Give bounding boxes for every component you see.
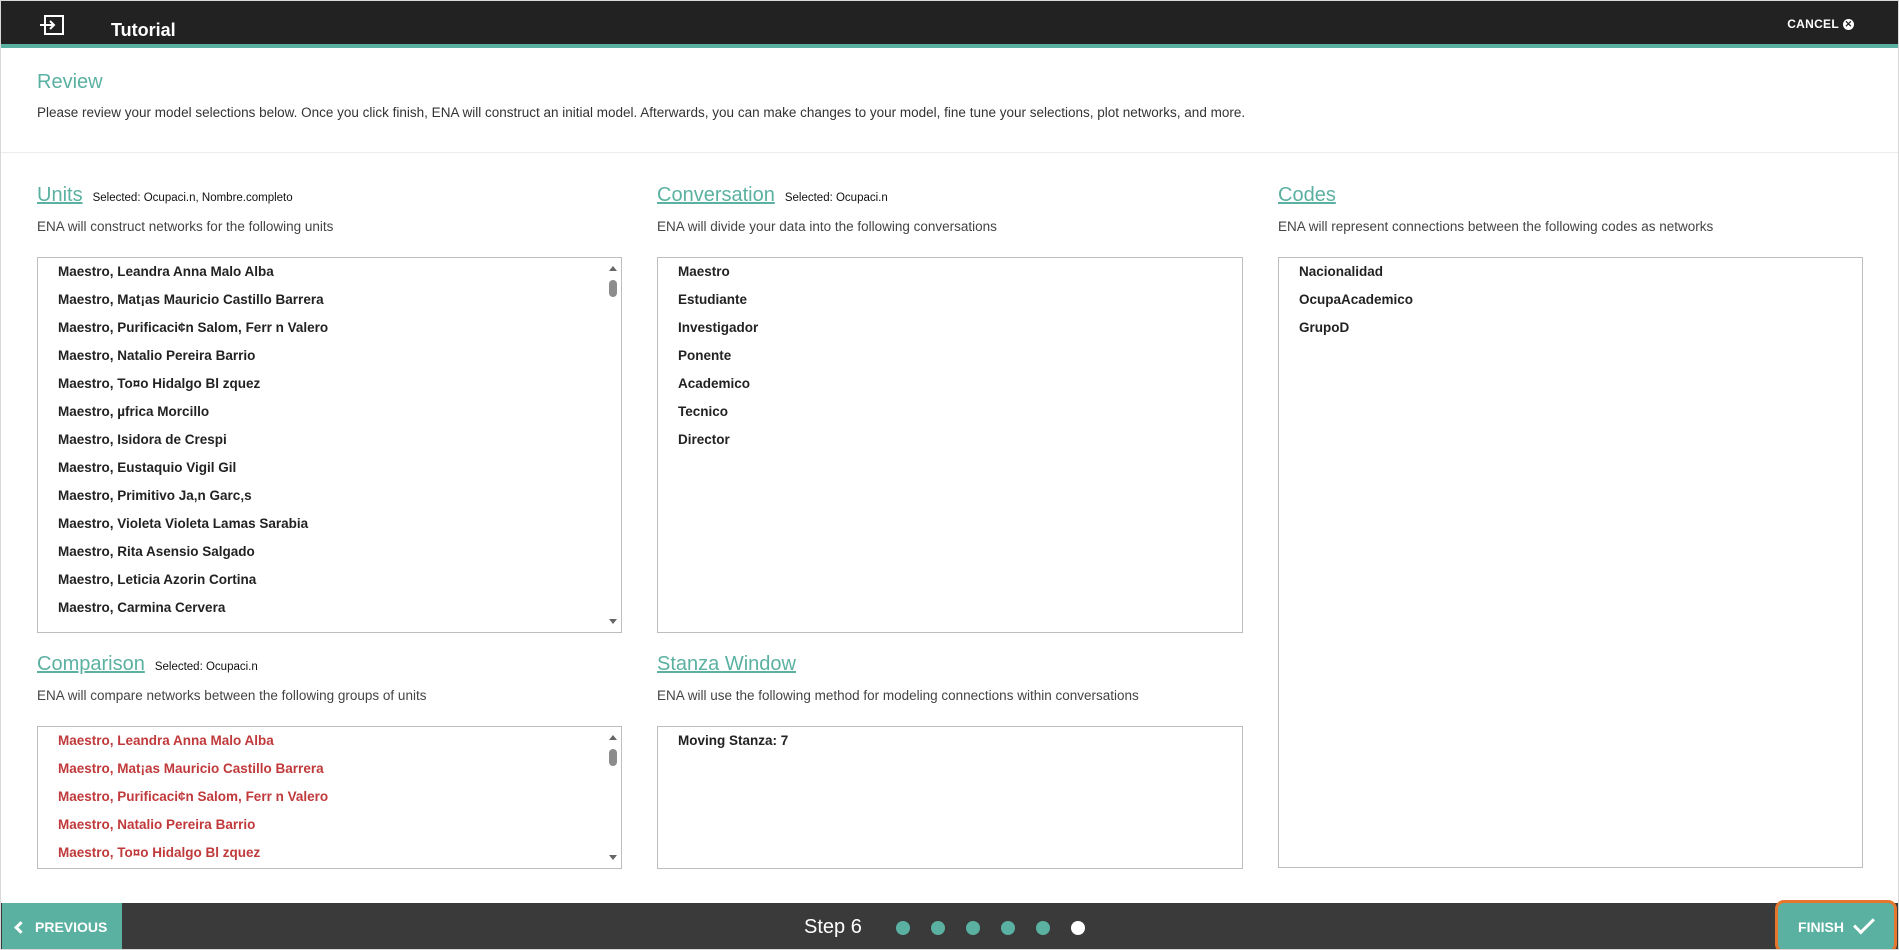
units-selected: Selected: Ocupaci.n, Nombre.completo (92, 192, 293, 204)
footer-bar: PREVIOUS Step 6 FINISH (1, 903, 1898, 949)
list-item[interactable]: Maestro (678, 263, 1242, 291)
list-item[interactable]: Maestro, Eustaquio Vigil Gil (58, 459, 621, 487)
comparison-panel: Comparison Selected: Ocupaci.n ENA will … (37, 653, 426, 703)
units-description: ENA will construct networks for the foll… (37, 219, 334, 234)
scroll-thumb[interactable] (609, 749, 617, 766)
list-item[interactable]: Academico (678, 375, 1242, 403)
conversation-selected: Selected: Ocupaci.n (784, 192, 888, 204)
conversation-link[interactable]: Conversation (657, 184, 775, 207)
exit-to-app-icon[interactable] (39, 14, 67, 36)
codes-description: ENA will represent connections between t… (1278, 219, 1714, 234)
list-item[interactable]: Maestro, Leandra Anna Malo Alba (58, 263, 621, 291)
step-dot-4[interactable] (1001, 921, 1015, 935)
review-text: Please review your model selections belo… (37, 105, 1246, 120)
list-item[interactable]: Maestro, Violeta Violeta Lamas Sarabia (58, 515, 621, 543)
list-item[interactable]: Maestro, Natalio Pereira Barrio (58, 347, 621, 375)
step-dot-6[interactable] (1071, 921, 1085, 935)
comparison-selected: Selected: Ocupaci.n (154, 661, 258, 673)
list-item[interactable]: Maestro, Mat¡as Mauricio Castillo Barrer… (58, 291, 621, 319)
list-item[interactable]: Maestro, Carmina Cervera (58, 599, 621, 627)
close-circle-icon: ✕ (1843, 18, 1854, 30)
list-item[interactable]: Tecnico (678, 403, 1242, 431)
list-item[interactable]: Investigador (678, 319, 1242, 347)
scroll-up-icon[interactable] (609, 266, 617, 271)
chevron-left-icon (14, 920, 27, 934)
list-item[interactable]: Moving Stanza: 7 (678, 732, 1242, 760)
list-item[interactable]: Maestro, Leticia Azorin Cortina (58, 571, 621, 599)
conversation-panel: Conversation Selected: Ocupaci.n ENA wil… (657, 184, 997, 234)
review-heading: Review (37, 71, 103, 93)
stanza-list[interactable]: Moving Stanza: 7 (657, 726, 1243, 869)
list-item[interactable]: Maestro, Isidora de Crespi (58, 431, 621, 459)
units-link[interactable]: Units (37, 184, 83, 207)
list-item[interactable]: GrupoD (1299, 319, 1862, 347)
stanza-description: ENA will use the following method for mo… (657, 688, 1139, 703)
step-dot-2[interactable] (931, 921, 945, 935)
list-item[interactable]: Maestro, Purificaci¢n Salom, Ferr n Vale… (58, 319, 621, 347)
cancel-label: CANCEL (1787, 17, 1839, 31)
scroll-up-icon[interactable] (609, 735, 617, 740)
cancel-button[interactable]: CANCEL ✕ (1787, 17, 1854, 31)
tutorial-dialog: Tutorial CANCEL ✕ Review Please review y… (0, 0, 1899, 950)
step-indicator (896, 921, 1085, 935)
list-item[interactable]: Maestro, Mat¡as Mauricio Castillo Barrer… (58, 760, 621, 788)
stanza-link[interactable]: Stanza Window (657, 653, 796, 676)
previous-button[interactable]: PREVIOUS (2, 903, 122, 949)
conversation-list[interactable]: Maestro Estudiante Investigador Ponente Acad… (657, 257, 1243, 633)
comparison-list[interactable]: Maestro, Leandra Anna Malo Alba Maestro, … (37, 726, 622, 869)
scroll-down-icon[interactable] (609, 855, 617, 860)
comparison-description: ENA will compare networks between the fo… (37, 688, 427, 703)
list-item[interactable]: Estudiante (678, 291, 1242, 319)
scroll-down-icon[interactable] (609, 619, 617, 624)
step-label: Step 6 (804, 916, 862, 938)
review-section: Review Please review your model selectio… (37, 71, 1867, 120)
step-dot-5[interactable] (1036, 921, 1050, 935)
conversation-description: ENA will divide your data into the follo… (657, 219, 997, 234)
previous-label: PREVIOUS (35, 918, 108, 935)
list-item[interactable]: Maestro, µfrica Morcillo (58, 403, 621, 431)
list-item[interactable]: Maestro, Purificaci¢n Salom, Ferr n Vale… (58, 788, 621, 816)
list-item[interactable]: Nacionalidad (1299, 263, 1862, 291)
list-item[interactable]: Maestro, Rita Asensio Salgado (58, 543, 621, 571)
list-item[interactable]: Ponente (678, 347, 1242, 375)
codes-panel: Codes ENA will represent connections bet… (1278, 184, 1713, 234)
units-panel: Units Selected: Ocupaci.n, Nombre.comple… (37, 184, 333, 234)
comparison-link[interactable]: Comparison (37, 653, 145, 676)
list-item[interactable]: Maestro, Primitivo Ja‚n Garc‚s (58, 487, 621, 515)
list-item[interactable]: Maestro, Natalio Pereira Barrio (58, 816, 621, 844)
dialog-title: Tutorial (111, 20, 176, 40)
finish-button[interactable]: FINISH (1778, 903, 1894, 949)
list-item[interactable]: Maestro, To¤o Hidalgo Bl zquez (58, 844, 621, 868)
units-list[interactable]: Maestro, Leandra Anna Malo Alba Maestro, … (37, 257, 622, 633)
codes-list[interactable]: Nacionalidad OcupaAcademico GrupoD (1278, 257, 1863, 868)
divider (1, 152, 1898, 153)
stanza-panel: Stanza Window ENA will use the following… (657, 653, 1139, 703)
finish-label: FINISH (1798, 918, 1844, 935)
scroll-thumb[interactable] (609, 280, 617, 297)
top-bar: Tutorial CANCEL ✕ (1, 1, 1898, 48)
comparison-scrollbar[interactable] (608, 730, 618, 865)
list-item[interactable]: OcupaAcademico (1299, 291, 1862, 319)
list-item[interactable]: Director (678, 431, 1242, 459)
list-item[interactable]: Maestro, Leandra Anna Malo Alba (58, 732, 621, 760)
codes-link[interactable]: Codes (1278, 184, 1336, 207)
step-dot-1[interactable] (896, 921, 910, 935)
check-icon (1852, 912, 1875, 935)
list-item[interactable]: Maestro, To¤o Hidalgo Bl zquez (58, 375, 621, 403)
units-scrollbar[interactable] (608, 261, 618, 629)
step-dot-3[interactable] (966, 921, 980, 935)
